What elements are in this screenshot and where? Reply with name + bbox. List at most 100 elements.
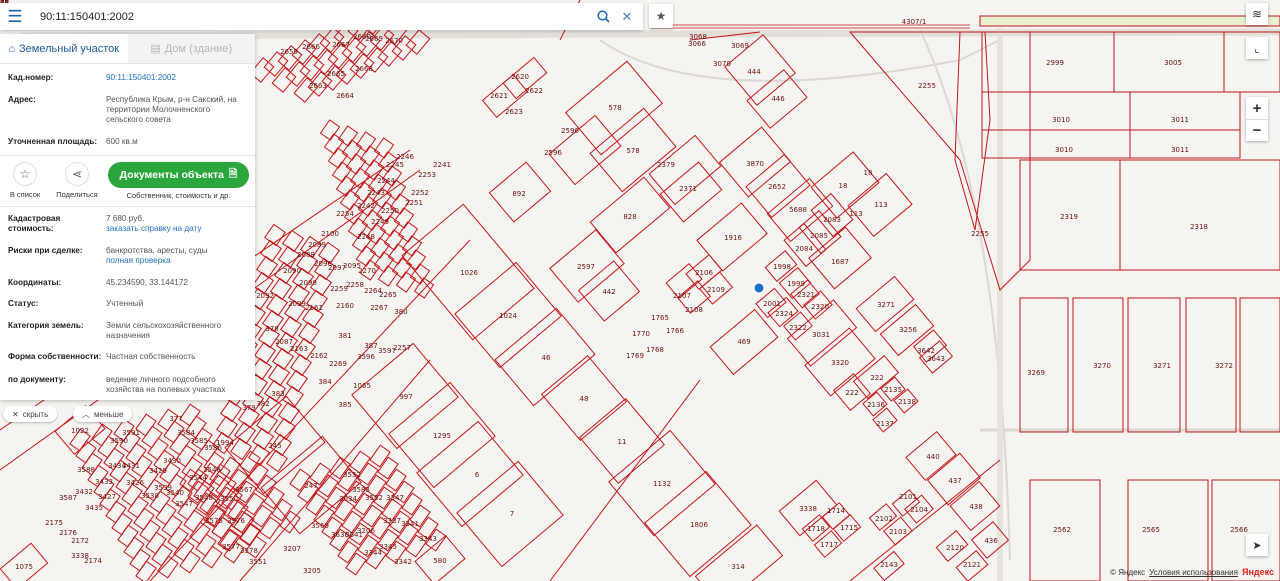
layers-icon[interactable]: ≋ — [1246, 3, 1268, 25]
parcel-number-label: 3590 — [110, 437, 128, 445]
parcel-number-label: 2250 — [381, 207, 399, 215]
geolocation-icon[interactable]: ➤ — [1246, 534, 1268, 556]
full-check-link[interactable]: полная проверка — [106, 256, 171, 265]
parcel-number-label: 3577 — [222, 543, 240, 551]
parcel-number-label: 1714 — [827, 507, 845, 515]
parcel-number-label: 1022 — [71, 427, 89, 435]
parcel-number-label: 469 — [737, 338, 750, 346]
area-row: Уточненная площадь: 600 кв.м — [0, 137, 255, 155]
hide-panel-button[interactable]: ✕ скрыть — [3, 406, 58, 422]
parcel-number-label: 1024 — [499, 312, 517, 320]
parcel-number-label: 1295 — [433, 432, 451, 440]
parcel-number-label: 2652 — [768, 183, 786, 191]
parcel-number-label: 3432 — [75, 488, 93, 496]
tab-land-plot[interactable]: ⌂ Земельный участок — [0, 34, 128, 63]
parcel-number-label: 2255 — [971, 230, 989, 238]
parcel-number-label: 437 — [948, 477, 961, 485]
parcel-number-label: 2663 — [309, 82, 327, 90]
search-icon[interactable] — [591, 3, 615, 30]
parcel-number-label: 2109 — [707, 286, 725, 294]
field-label: Координаты: — [8, 278, 62, 287]
action-label: Поделиться — [56, 190, 98, 199]
action-label: В список — [9, 190, 41, 199]
parcel-number-label: 3643 — [927, 355, 945, 363]
parcel-number-label: 3431 — [122, 462, 140, 470]
field-label: Форма собственности: — [8, 352, 102, 361]
order-certificate-link[interactable]: заказать справку на дату — [106, 224, 201, 233]
search-input[interactable] — [30, 3, 591, 30]
parcel-number-label: 1769 — [626, 352, 644, 360]
parcel-number-label: 3433 — [95, 478, 113, 486]
terms-link[interactable]: Условия использования — [1149, 568, 1238, 577]
parcel-number-label: 438 — [969, 503, 982, 511]
parcel-number-label: 2318 — [1190, 223, 1208, 231]
parcel-number-label: 387 — [364, 342, 377, 350]
parcel-number-label: 2100 — [321, 230, 339, 238]
parcel-number-label: 1132 — [653, 480, 671, 488]
cadastral-number-link[interactable]: 90:11:150401:2002 — [106, 73, 176, 82]
parcel-number-label: 2175 — [45, 519, 63, 527]
parcel-number-label: 11 — [618, 438, 627, 446]
parcel-number-label: 2253 — [418, 171, 436, 179]
add-to-list-button[interactable]: ☆ В список — [0, 162, 50, 199]
object-documents-button[interactable]: Документы объекта 🗎 — [107, 162, 250, 188]
parcel-number-label: 4307/1 — [902, 18, 927, 26]
document-icon: 🗎 — [229, 168, 238, 180]
parcel-number-label: 1998 — [773, 263, 791, 271]
parcel-number-label: 2241 — [433, 161, 451, 169]
status-row: Статус: Учтенный — [0, 299, 255, 321]
parcel-number-label: 2244 — [377, 177, 395, 185]
tab-house[interactable]: ▤ Дом (здание) — [127, 34, 255, 63]
parcel-number-label: 222 — [845, 389, 858, 397]
parcel-number-label: 997 — [399, 393, 412, 401]
parcel-number-label: 2269 — [329, 360, 347, 368]
zoom-out-button[interactable]: − — [1246, 119, 1268, 141]
parcel-number-label: 2176 — [59, 529, 77, 537]
parcel-number-label: 1994 — [216, 439, 234, 447]
parcel-number-label: 3546 — [203, 466, 221, 474]
parcel-number-label: 3538 — [141, 492, 159, 500]
parcel-number-label: 7 — [510, 510, 514, 518]
parcel-number-label: 2566 — [1230, 526, 1248, 534]
field-value: Земли сельскохозяйственного назначения — [106, 321, 222, 340]
measure-icon[interactable]: ⌞ — [1246, 37, 1268, 59]
field-label: Категория земель: — [8, 321, 84, 330]
parcel-number-label: 2320 — [811, 303, 829, 311]
building-icon: ▤ — [150, 43, 161, 55]
collapse-panel-button[interactable]: ︿ меньше — [73, 406, 133, 422]
parcel-number-label: 3011 — [1171, 116, 1189, 124]
parcel-number-label: 2120 — [946, 544, 964, 552]
parcel-number-label: 2174 — [84, 557, 102, 565]
field-label: по документу: — [8, 375, 66, 384]
ownership-row: Форма собственности: Частная собственнос… — [0, 352, 255, 375]
pin-icon: ⌂ — [8, 42, 16, 55]
zoom-in-button[interactable]: + — [1253, 97, 1262, 119]
parcel-number-label: 3347 — [386, 494, 404, 502]
parcel-number-label: 442 — [602, 288, 615, 296]
parcel-number-label: 2084 — [795, 245, 813, 253]
parcel-number-label: 440 — [926, 453, 939, 461]
star-outline-icon: ☆ — [13, 162, 37, 186]
parcel-number-label: 3429 — [149, 467, 167, 475]
parcel-number-label: 2161 — [305, 304, 323, 312]
action-bar: ☆ В список ⋖ Поделиться Документы объект… — [0, 155, 255, 207]
parcel-number-label: 3540 — [166, 489, 184, 497]
parcel-number-label: 2666 — [302, 43, 320, 51]
parcel-number-label: 18 — [839, 182, 848, 190]
star-icon[interactable]: ★ — [649, 4, 673, 28]
close-icon[interactable]: ✕ — [615, 3, 639, 30]
search-bar: ☰ ✕ — [0, 3, 643, 30]
parcel-number-label: 3552 — [343, 471, 361, 479]
share-icon: ⋖ — [65, 162, 89, 186]
field-value: ведение личного подсобного хозяйства на … — [106, 375, 226, 394]
parcel-number-label: 3544 — [189, 474, 207, 482]
parcel-number-label: 314 — [731, 563, 745, 571]
parcel-number-label: 3031 — [812, 331, 830, 339]
parcel-number-label: 2137 — [876, 420, 894, 428]
parcel-number-label: 2668 — [355, 65, 373, 73]
parcel-number-label: 2267 — [370, 304, 388, 312]
field-value: 45.234590, 33.144172 — [106, 278, 188, 287]
parcel-number-label: 3010 — [1055, 146, 1073, 154]
menu-icon[interactable]: ☰ — [0, 3, 30, 30]
share-button[interactable]: ⋖ Поделиться — [52, 162, 102, 199]
